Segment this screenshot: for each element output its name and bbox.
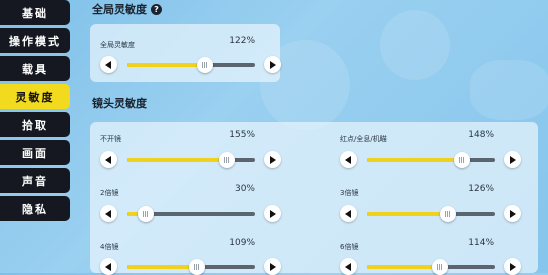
background-decoration <box>470 60 548 120</box>
slider-thumb[interactable] <box>439 206 456 222</box>
scope-4x-slider[interactable] <box>127 259 255 275</box>
settings-sidebar: 基础 操作模式 载具 灵敏度 拾取 画面 声音 隐私 <box>0 0 84 273</box>
camera-sensitivity-panel <box>90 122 538 273</box>
slider-fill <box>367 212 448 216</box>
sidebar-item-sound[interactable]: 声音 <box>0 168 70 193</box>
slider-label: 4倍镜 <box>100 243 119 251</box>
grip-icon <box>436 264 443 270</box>
grip-icon <box>223 157 230 163</box>
arrow-left-icon <box>345 262 351 271</box>
decrease-button[interactable] <box>100 205 117 222</box>
slider-label: 红点/全息/机瞄 <box>340 135 387 143</box>
global-sensitivity-title: 全局灵敏度 <box>92 3 147 16</box>
arrow-right-icon <box>270 209 276 218</box>
grip-icon <box>194 264 201 270</box>
help-icon[interactable]: ? <box>151 3 162 15</box>
arrow-right-icon <box>510 209 516 218</box>
grip-icon <box>444 211 451 217</box>
decrease-button[interactable] <box>100 258 117 275</box>
slider-value: 155% <box>229 130 255 140</box>
grip-icon <box>458 157 465 163</box>
arrow-right-icon <box>270 60 276 69</box>
decrease-button[interactable] <box>340 205 357 222</box>
scope-6x-slider[interactable] <box>367 259 495 275</box>
slider-label: 3倍镜 <box>340 189 359 197</box>
slider-thumb[interactable] <box>218 152 235 168</box>
decrease-button[interactable] <box>340 151 357 168</box>
increase-button[interactable] <box>264 205 281 222</box>
slider-fill <box>127 63 206 67</box>
sidebar-item-graphics[interactable]: 画面 <box>0 140 70 165</box>
background-decoration <box>380 10 450 80</box>
scope-2x-slider[interactable] <box>127 206 255 222</box>
slider-fill <box>127 265 198 269</box>
slider-label: 全局灵敏度 <box>100 41 135 49</box>
sidebar-item-sensitivity[interactable]: 灵敏度 <box>0 84 70 109</box>
global-sensitivity-slider[interactable] <box>127 57 255 73</box>
slider-thumb[interactable] <box>138 206 155 222</box>
no-scope-slider[interactable] <box>127 152 255 168</box>
grip-icon <box>143 211 150 217</box>
red-dot-slider[interactable] <box>367 152 495 168</box>
arrow-left-icon <box>345 155 351 164</box>
increase-button[interactable] <box>504 205 521 222</box>
slider-value: 109% <box>229 238 255 248</box>
slider-fill <box>127 158 227 162</box>
arrow-left-icon <box>105 60 111 69</box>
slider-label: 6倍镜 <box>340 243 359 251</box>
arrow-left-icon <box>105 262 111 271</box>
global-sensitivity-heading: 全局灵敏度 ? <box>92 1 162 17</box>
grip-icon <box>202 62 209 68</box>
arrow-right-icon <box>510 155 516 164</box>
global-sensitivity-panel <box>90 24 280 82</box>
slider-value: 114% <box>468 238 494 248</box>
decrease-button[interactable] <box>340 258 357 275</box>
increase-button[interactable] <box>264 56 281 73</box>
slider-label: 不开镜 <box>100 135 121 143</box>
sidebar-item-privacy[interactable]: 隐私 <box>0 196 70 221</box>
scope-3x-slider[interactable] <box>367 206 495 222</box>
slider-fill <box>367 265 440 269</box>
decrease-button[interactable] <box>100 151 117 168</box>
increase-button[interactable] <box>264 258 281 275</box>
slider-thumb[interactable] <box>197 57 214 73</box>
arrow-right-icon <box>270 155 276 164</box>
increase-button[interactable] <box>504 258 521 275</box>
arrow-right-icon <box>270 262 276 271</box>
increase-button[interactable] <box>504 151 521 168</box>
increase-button[interactable] <box>264 151 281 168</box>
arrow-left-icon <box>105 155 111 164</box>
slider-value: 122% <box>229 36 255 46</box>
arrow-left-icon <box>345 209 351 218</box>
slider-label: 2倍镜 <box>100 189 119 197</box>
slider-fill <box>367 158 462 162</box>
sidebar-item-control-mode[interactable]: 操作模式 <box>0 28 70 53</box>
camera-sensitivity-heading: 镜头灵敏度 <box>92 95 147 111</box>
slider-value: 30% <box>234 184 255 194</box>
camera-sensitivity-title: 镜头灵敏度 <box>92 97 147 110</box>
sidebar-item-pickup[interactable]: 拾取 <box>0 112 70 137</box>
arrow-left-icon <box>105 209 111 218</box>
sidebar-item-vehicle[interactable]: 载具 <box>0 56 70 81</box>
decrease-button[interactable] <box>100 56 117 73</box>
arrow-right-icon <box>510 262 516 271</box>
slider-value: 148% <box>468 130 494 140</box>
sidebar-item-basic[interactable]: 基础 <box>0 0 70 25</box>
slider-thumb[interactable] <box>453 152 470 168</box>
slider-value: 126% <box>468 184 494 194</box>
